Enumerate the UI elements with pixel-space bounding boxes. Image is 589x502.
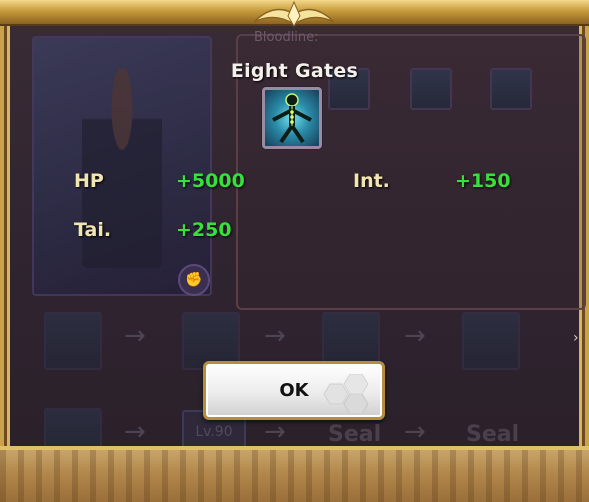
bloodline-label: Bloodline: [254,30,319,45]
seal-label: Seal [466,422,520,447]
arrow-right-icon: → [404,321,426,351]
arrow-right-icon: → [124,417,146,447]
stat-hp-label: HP [74,170,104,192]
stat-hp-value: +5000 [176,170,245,192]
skill-title: Eight Gates [230,60,359,82]
stat-int-label: Int. [353,170,390,192]
hex-pattern-icon [323,374,369,414]
body-figure-icon [272,93,312,144]
arrow-right-icon: → [264,321,286,351]
eight-gates-skill-icon [262,87,322,149]
seal-label: Seal [328,422,382,447]
stat-int-value: +150 [455,170,511,192]
arrow-right-icon: → [124,321,146,351]
stat-tai-label: Tai. [74,219,112,241]
scroll-right-icon[interactable]: › [573,330,583,350]
arrow-right-icon: → [264,417,286,447]
bottom-wood-bar [0,446,589,502]
fist-icon: ✊ [178,264,210,296]
gate-row-icon [44,312,102,370]
arrow-right-icon: → [404,417,426,447]
gate-row-icon [462,312,520,370]
stat-tai-value: +250 [176,219,232,241]
ok-button[interactable]: OK [203,361,385,420]
ok-button-label: OK [279,380,309,401]
